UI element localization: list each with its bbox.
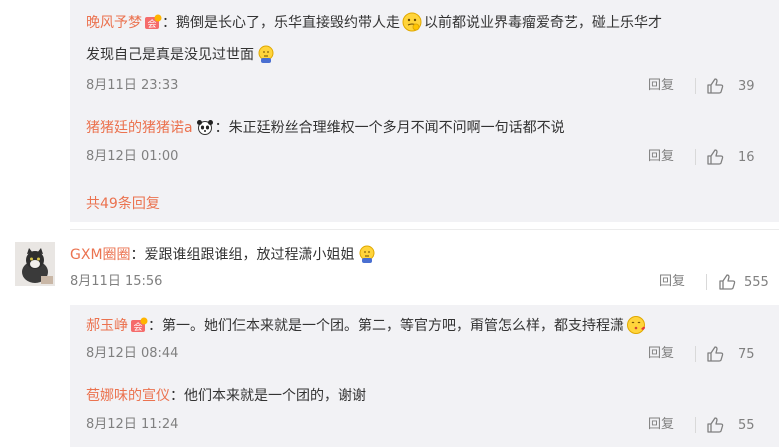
reply-username[interactable]: 苞娜味的宣仪 bbox=[86, 388, 170, 404]
reply-button[interactable]: 回复 bbox=[648, 148, 674, 166]
sweat-face-icon bbox=[256, 44, 276, 64]
like-count: 55 bbox=[738, 417, 755, 433]
reply-username[interactable]: 猪猪廷的猪猪诺a bbox=[86, 120, 193, 136]
comment-text: GXM圈圈：爱跟谁组跟谁组，放过程潇小姐姐 bbox=[70, 244, 379, 265]
like-button[interactable]: 555 bbox=[718, 273, 769, 291]
reply-button[interactable]: 回复 bbox=[659, 273, 685, 291]
panda-icon bbox=[195, 119, 215, 135]
like-count: 555 bbox=[744, 274, 769, 290]
like-button[interactable]: 75 bbox=[706, 345, 755, 363]
reply-text: 苞娜味的宣仪：他们本来就是一个团的，谢谢 bbox=[86, 386, 366, 406]
action-divider bbox=[695, 149, 696, 165]
comment-body: ：爱跟谁组跟谁组，放过程潇小姐姐 bbox=[130, 247, 355, 263]
reply-username[interactable]: 郝玉峥 bbox=[86, 318, 128, 334]
reply-thread-1: 晚风予梦会：鹅倒是长心了，乐华直接毁约带人走 以前都说业界毒瘤爱奇艺，碰上乐华才 … bbox=[70, 0, 779, 222]
thumbs-up-icon bbox=[707, 417, 724, 433]
action-divider bbox=[695, 417, 696, 433]
action-divider bbox=[695, 346, 696, 362]
reply-button[interactable]: 回复 bbox=[648, 345, 674, 363]
reply-body: ：朱正廷粉丝合理维权一个多月不闻不问啊一句话都不说 bbox=[214, 120, 565, 136]
reply-timestamp: 8月12日 11:24 bbox=[86, 417, 179, 432]
like-button[interactable]: 39 bbox=[706, 77, 755, 95]
reply-text: 晚风予梦会：鹅倒是长心了，乐华直接毁约带人走 以前都说业界毒瘤爱奇艺，碰上乐华才 bbox=[86, 12, 662, 33]
like-count: 39 bbox=[738, 78, 755, 94]
reply-timestamp: 8月11日 23:33 bbox=[86, 78, 179, 93]
heart-kiss-face-icon bbox=[626, 315, 646, 335]
like-button[interactable]: 55 bbox=[706, 416, 755, 434]
reply-timestamp: 8月12日 08:44 bbox=[86, 346, 179, 361]
reply-body-cont: 发现自己是真是没见过世面 bbox=[86, 47, 254, 63]
reply-text-line2: 发现自己是真是没见过世面 bbox=[86, 44, 278, 65]
reply-timestamp: 8月12日 01:00 bbox=[86, 149, 179, 164]
reply-text: 猪猪廷的猪猪诺a ：朱正廷粉丝合理维权一个多月不闻不问啊一句话都不说 bbox=[86, 118, 565, 138]
thumbs-up-icon bbox=[707, 78, 724, 94]
reply-button[interactable]: 回复 bbox=[648, 77, 674, 95]
cat-avatar-icon[interactable] bbox=[15, 242, 55, 286]
reply-body: ：第一。她们仨本来就是一个团。第二，等官方吧，甭管怎么样，都支持程潇 bbox=[148, 318, 624, 334]
action-divider bbox=[695, 78, 696, 94]
thumbs-up-icon bbox=[719, 274, 736, 290]
reply-body-cont: 以前都说业界毒瘤爱奇艺，碰上乐华才 bbox=[424, 15, 662, 31]
like-count: 16 bbox=[738, 149, 755, 165]
like-count: 75 bbox=[738, 346, 755, 362]
vip-badge-icon: 会 bbox=[130, 317, 148, 333]
reply-text: 郝玉峥会：第一。她们仨本来就是一个团。第二，等官方吧，甭管怎么样，都支持程潇 bbox=[86, 315, 648, 336]
thumbs-up-icon bbox=[707, 346, 724, 362]
view-more-replies-link[interactable]: 共49条回复 bbox=[86, 193, 160, 213]
thumbs-up-icon bbox=[707, 149, 724, 165]
action-divider bbox=[706, 274, 707, 290]
reply-body: ：他们本来就是一个团的，谢谢 bbox=[170, 388, 366, 404]
comment-divider bbox=[70, 229, 779, 230]
comment-timestamp: 8月11日 15:56 bbox=[70, 274, 163, 289]
reply-thread-2: 郝玉峥会：第一。她们仨本来就是一个团。第二，等官方吧，甭管怎么样，都支持程潇 8… bbox=[70, 305, 779, 447]
thinking-face-icon bbox=[402, 12, 422, 32]
sweat-face-icon bbox=[357, 244, 377, 264]
like-button[interactable]: 16 bbox=[706, 148, 755, 166]
vip-badge-icon: 会 bbox=[144, 14, 162, 30]
reply-button[interactable]: 回复 bbox=[648, 416, 674, 434]
comment-username[interactable]: GXM圈圈 bbox=[70, 247, 131, 263]
reply-username[interactable]: 晚风予梦 bbox=[86, 15, 142, 31]
reply-body: ：鹅倒是长心了，乐华直接毁约带人走 bbox=[162, 15, 400, 31]
